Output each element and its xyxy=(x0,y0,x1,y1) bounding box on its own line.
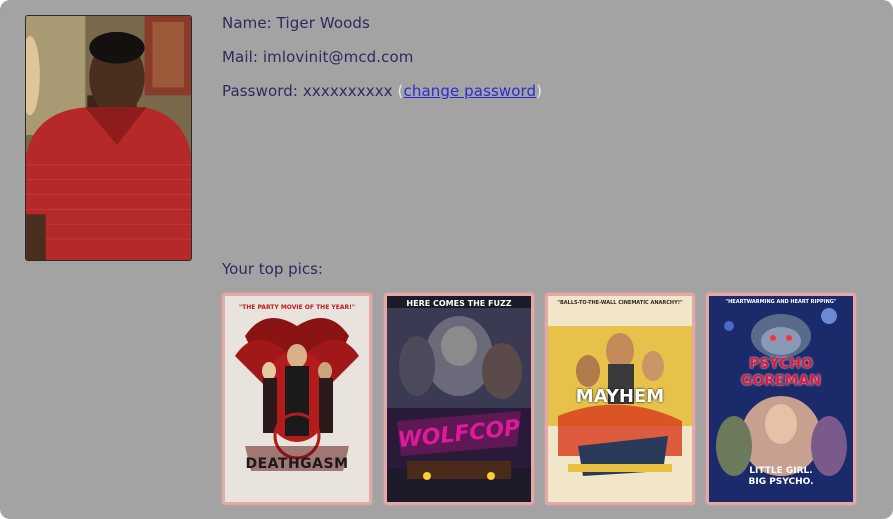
profile-avatar xyxy=(25,15,192,261)
top-pics-title: Your top pics: xyxy=(222,260,323,278)
profile-card: Name: Tiger Woods Mail: imlovinit@mcd.co… xyxy=(0,0,893,519)
change-password-link[interactable]: change password xyxy=(403,82,536,100)
close-paren: ) xyxy=(536,82,543,100)
poster-deathgasm[interactable]: "THE PARTY MOVIE OF THE YEAR!" DEATHGASM xyxy=(222,293,372,505)
profile-mail: Mail: imlovinit@mcd.com xyxy=(222,48,414,66)
poster-psycho-goreman[interactable]: "HEARTWARMING AND HEART RIPPING" PSYCHO … xyxy=(706,293,856,505)
password-text: Password: xxxxxxxxxx xyxy=(222,82,398,100)
poster-mayhem[interactable]: "BALLS-TO-THE-WALL CINEMATIC ANARCHY!" M… xyxy=(545,293,695,505)
poster-wolfcop[interactable]: HERE COMES THE FUZZ WOLFCOP xyxy=(384,293,534,505)
top-pics-list: "THE PARTY MOVIE OF THE YEAR!" DEATHGASM… xyxy=(222,293,862,505)
profile-password: Password: xxxxxxxxxx (change password) xyxy=(222,82,542,100)
profile-name: Name: Tiger Woods xyxy=(222,14,370,32)
